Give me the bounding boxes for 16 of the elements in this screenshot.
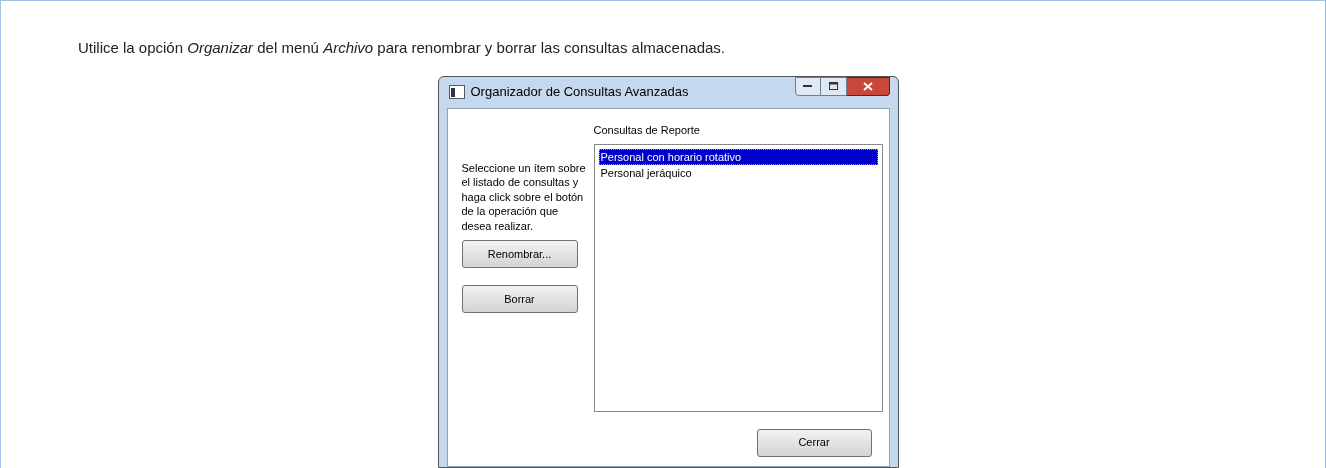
close-dialog-button[interactable]: Cerrar <box>756 428 872 457</box>
window-title: Organizador de Consultas Avanzadas <box>470 83 689 102</box>
close-icon <box>862 81 873 91</box>
list-item[interactable]: Personal jeráquico <box>598 164 878 181</box>
minimize-icon <box>803 84 812 88</box>
maximize-icon <box>828 82 838 90</box>
list-item[interactable]: Personal con horario rotativo <box>598 148 878 165</box>
minimize-button[interactable] <box>794 76 821 96</box>
help-text: Seleccione un ítem sobre el listado de consultas y haga click sobre el botón de la operación que desea realizar. <box>461 160 587 233</box>
action-button[interactable]: Borrar <box>461 285 578 313</box>
maximize-button[interactable] <box>820 76 847 96</box>
close-button[interactable] <box>846 76 890 96</box>
instruction-text: Utilice la opción Organizar del menú Archivo para renombrar y borrar las consultas almacenadas. <box>78 38 725 58</box>
list-label: Consultas de Reporte <box>593 122 700 138</box>
action-button[interactable]: Renombrar... <box>461 240 578 268</box>
window-icon <box>448 85 465 99</box>
